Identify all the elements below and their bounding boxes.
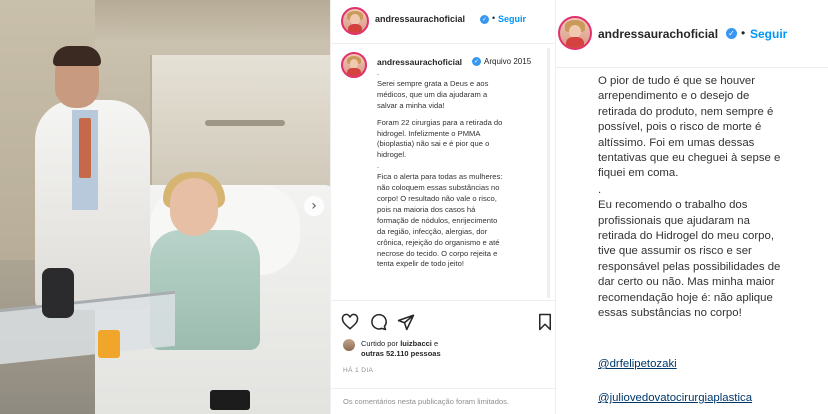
post-time: HÁ 1 DIA [343,367,374,374]
caption-line: da região, infecção, alergias, dor [377,226,488,236]
photo-cabinet-handle [205,120,285,126]
zoom-line: tentativas que eu cheguei à sepse e [598,152,781,165]
zoom-line: fiquei em coma. [598,167,679,180]
verified-badge-icon: ✓ [480,15,489,24]
caption-line: (bioplastia) não sai e é pior que o [377,139,490,149]
zoom-caption: O pior de tudo é que se houver arrependi… [598,74,826,322]
caption-line: corpo! O resultado não vale o risco, [377,193,497,203]
photo-doctor-hair [53,46,101,66]
caption-line: salvar a minha vida! [377,100,445,110]
likes-line1: Curtido por luizbacci e [361,339,439,348]
post-username[interactable]: andressaurachoficial [375,14,465,24]
caption-username[interactable]: andressaurachoficial [377,57,462,67]
post-photo: › [0,0,330,414]
zoom-line: . [598,183,602,196]
caption-line: necrose do tecido. O corpo rejeita e [377,248,498,258]
caption-line: Fica o alerta para todas as mulheres: [377,172,503,182]
caption-line: Foram 22 cirurgias para a retirada do [377,117,503,127]
zoom-line: dar certo ou não. Mas minha maior [598,276,775,289]
zoom-line: essas substâncias no corpo! [598,307,742,320]
photo-phone [210,390,250,410]
post-actions: Curtido por luizbacci e outras 52.110 pe… [331,300,557,390]
photo-kettle [42,268,74,318]
comment-icon[interactable] [369,313,387,331]
zoom-line: arrependimento e o desejo de [598,90,750,103]
liker-avatar[interactable] [343,339,355,351]
verified-badge-icon: ✓ [472,57,481,66]
zoom-line: O pior de tudo é que se houver [598,75,756,87]
caption-line: . [377,161,380,171]
photo-juice-cup [98,330,120,358]
zoom-header: andressaurachoficial ✓ • Seguir [556,0,828,68]
zoom-line: altíssimo. Foi em umas dessas [598,136,755,149]
comments-limited-text: Os comentários nesta publicação foram li… [343,397,509,406]
avatar[interactable] [341,7,369,35]
zoom-line: possível, pois o risco de morte é [598,121,762,134]
post-sidebar: andressaurachoficial ✓ • Seguir andressa… [330,0,557,414]
separator-dot: • [492,13,496,23]
zoom-line: retirada do produto, nem sempre é [598,105,774,118]
caption-line: crônica, rejeição do organismo e até [377,237,500,247]
caption-line: hidrogel. [377,150,407,160]
zoom-line: recomendação hoje é: não aplique [598,291,773,304]
send-icon[interactable] [397,313,415,331]
zoom-line: responsável pelas possibilidades de [598,260,781,273]
zoom-line: Eu recomendo o trabalho dos [598,199,748,212]
liker-username[interactable]: luizbacci [400,339,432,348]
caption-scrollbar[interactable] [547,48,550,298]
zoom-avatar[interactable] [558,16,592,50]
zoom-follow-button[interactable]: Seguir [750,27,787,41]
caption-line: tenta expelir de todo jeito! [377,259,464,269]
photo-doctor-tie [79,118,91,178]
caption-line: pois na maioria dos casos há [377,204,476,214]
caption-line: não coloquem essas substâncias no [377,183,500,193]
heart-icon[interactable] [341,313,359,331]
comments-limited-notice: Os comentários nesta publicação foram li… [331,388,557,414]
caption-line: Serei sempre grata a Deus e aos [377,78,489,88]
mention-link[interactable]: @drfelipetozaki [598,358,677,370]
likes-line2[interactable]: outras 52.110 pessoas [361,349,441,358]
zoom-line: retirada do Hidrogel do meu corpo, [598,230,775,243]
separator-dot: • [741,26,746,40]
follow-button[interactable]: Seguir [498,14,526,24]
zoom-username[interactable]: andressaurachoficial [598,27,718,41]
caption-avatar[interactable] [341,52,367,78]
caption-line: formação de nódulos, enrijecimento [377,215,498,225]
chevron-right-icon[interactable]: › [304,196,324,216]
zoomed-caption-panel: andressaurachoficial ✓ • Seguir O pior d… [556,0,828,414]
zoom-line: profissionais que ajudaram na [598,214,750,227]
post-header: andressaurachoficial ✓ • Seguir [331,0,557,44]
zoom-line: tive que assumir os risco e ser [598,245,752,258]
caption-line: médicos, que um dia ajudaram a [377,89,488,99]
mention-link[interactable]: @juliovedovatocirurgiaplastica [598,392,752,404]
photo-patient-head [170,178,218,236]
caption-line: hidrogel. Infelizmente o PMMA [377,128,481,138]
bookmark-icon[interactable] [536,313,554,331]
verified-badge-icon: ✓ [726,28,737,39]
archive-label: Arquivo 2015 [484,57,532,66]
caption-line: . [377,68,380,77]
post-caption: . Serei sempre grata a Deus e aos médico… [377,68,553,300]
